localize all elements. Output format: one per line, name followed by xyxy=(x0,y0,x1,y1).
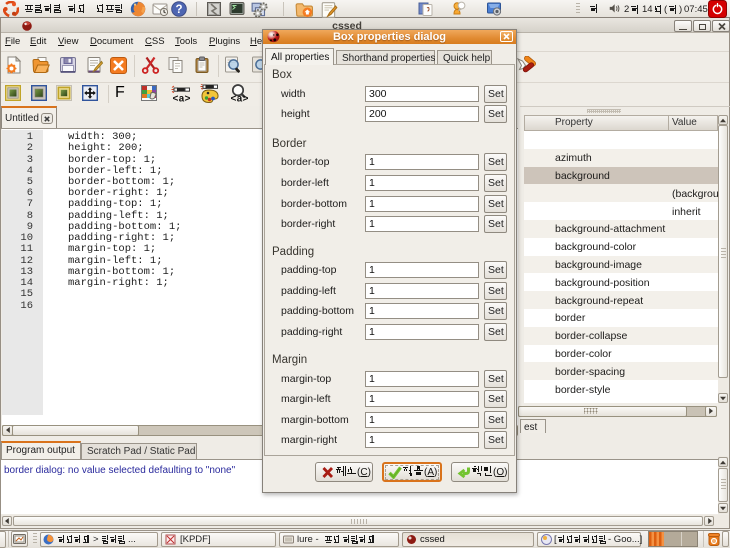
svg-text:?: ? xyxy=(175,4,182,16)
svg-text:<a>: <a> xyxy=(231,95,249,104)
svg-text:<a>: <a> xyxy=(173,95,191,104)
